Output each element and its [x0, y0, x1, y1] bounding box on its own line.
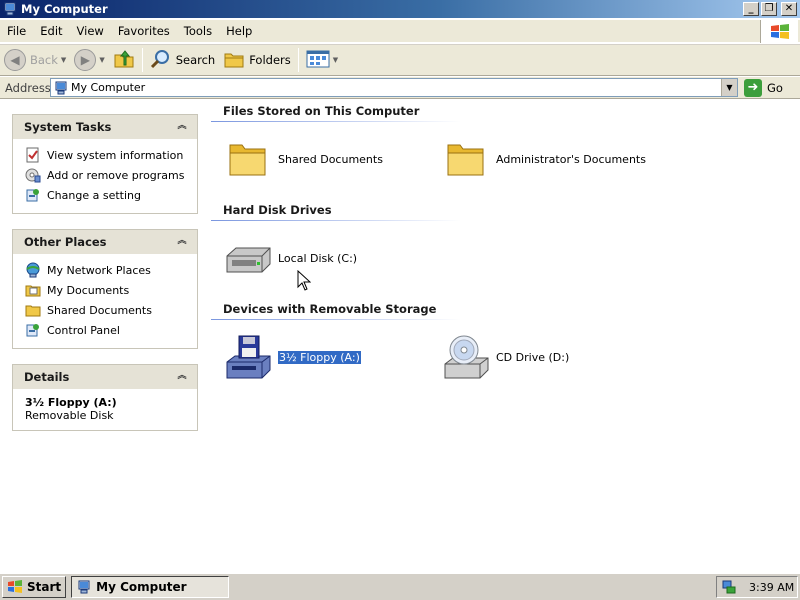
back-dropdown-icon[interactable]: ▼	[61, 56, 66, 64]
cd-drive-icon	[442, 333, 490, 381]
main-area: System Tasks ︽ View system information A…	[0, 100, 800, 572]
address-input[interactable]: My Computer ▼	[50, 78, 738, 97]
toolbar: ◀ Back ▼ ▶ ▼ Search Folders ▼	[0, 44, 800, 76]
window-title: My Computer	[21, 2, 108, 16]
details-header[interactable]: Details ︽	[13, 365, 197, 389]
forward-arrow-icon: ▶	[74, 49, 97, 71]
go-arrow-icon: ➜	[744, 78, 762, 97]
folders-button[interactable]: Folders	[219, 46, 295, 74]
clock[interactable]: 3:39 AM	[749, 581, 794, 594]
menu-view[interactable]: View	[70, 24, 111, 38]
system-tasks-pane: System Tasks ︽ View system information A…	[12, 114, 198, 214]
details-item-type: Removable Disk	[25, 409, 114, 422]
my-documents-icon	[25, 282, 41, 298]
place-shared-documents[interactable]: Shared Documents	[25, 300, 189, 320]
add-remove-programs-icon	[25, 167, 41, 183]
place-control-panel[interactable]: Control Panel	[25, 320, 189, 340]
administrator-documents-item[interactable]: Administrator's Documents	[442, 135, 646, 183]
windows-logo-icon	[7, 580, 23, 594]
restore-button[interactable]: ❐	[761, 2, 777, 16]
toolbar-separator	[297, 48, 299, 72]
my-computer-icon	[3, 2, 17, 16]
floppy-a-item[interactable]: 3½ Floppy (A:)	[224, 333, 362, 381]
details-item-name: 3½ Floppy (A:)	[25, 396, 117, 409]
floppy-drive-icon	[224, 333, 272, 381]
taskbar-my-computer[interactable]: My Computer	[71, 576, 230, 598]
local-disk-c-item[interactable]: Local Disk (C:)	[224, 234, 357, 282]
address-label: Address	[5, 80, 51, 95]
folder-icon	[224, 135, 272, 183]
go-button[interactable]: ➜ Go	[744, 78, 783, 97]
system-tasks-header[interactable]: System Tasks ︽	[13, 115, 197, 139]
task-add-remove-programs[interactable]: Add or remove programs	[25, 165, 189, 185]
collapse-chevron-icon[interactable]: ︽	[175, 120, 189, 134]
system-tray: 3:39 AM	[716, 576, 798, 598]
search-icon	[150, 49, 172, 72]
address-dropdown-icon[interactable]: ▼	[721, 79, 737, 96]
start-button[interactable]: Start	[2, 576, 67, 598]
place-my-network-places[interactable]: My Network Places	[25, 260, 189, 280]
control-panel-icon	[25, 187, 41, 203]
menu-bar: File Edit View Favorites Tools Help	[0, 20, 800, 43]
tray-network-icon[interactable]	[721, 579, 737, 595]
search-button[interactable]: Search	[146, 46, 220, 74]
views-icon	[306, 49, 330, 72]
mouse-cursor-icon	[297, 269, 312, 292]
windows-logo-icon	[760, 20, 798, 43]
back-arrow-icon: ◀	[4, 49, 26, 71]
cd-drive-d-item[interactable]: CD Drive (D:)	[442, 333, 569, 381]
taskbar: Start My Computer 3:39 AM	[0, 573, 800, 600]
views-button[interactable]: ▼	[302, 46, 342, 74]
back-button[interactable]: ◀ Back ▼	[0, 46, 70, 74]
folders-icon	[223, 49, 245, 72]
menu-edit[interactable]: Edit	[33, 24, 69, 38]
forward-button[interactable]: ▶ ▼	[70, 46, 108, 74]
close-button[interactable]: ✕	[781, 2, 797, 16]
up-folder-button[interactable]	[109, 46, 139, 74]
my-computer-icon	[77, 580, 91, 594]
task-change-setting[interactable]: Change a setting	[25, 185, 189, 205]
network-places-icon	[25, 262, 41, 278]
floppy-a-label: 3½ Floppy (A:)	[277, 349, 362, 365]
toolbar-separator	[141, 48, 143, 72]
hard-disk-icon	[224, 234, 272, 282]
group-divider	[211, 319, 461, 320]
system-info-icon	[25, 147, 41, 163]
group-divider	[211, 220, 461, 221]
menu-file[interactable]: File	[0, 24, 33, 38]
control-panel-icon	[25, 322, 41, 338]
folder-icon	[442, 135, 490, 183]
shared-documents-item[interactable]: Shared Documents	[224, 135, 383, 183]
group-removable-storage: Devices with Removable Storage	[211, 302, 471, 320]
minimize-button[interactable]: _	[743, 2, 759, 16]
address-value: My Computer	[71, 81, 146, 94]
menu-help[interactable]: Help	[219, 24, 259, 38]
title-bar: My Computer _ ❐ ✕	[0, 0, 800, 18]
group-hard-disk-drives: Hard Disk Drives	[211, 203, 471, 221]
address-bar: Address My Computer ▼ ➜ Go	[0, 77, 800, 99]
group-divider	[211, 121, 461, 122]
other-places-pane: Other Places ︽ My Network Places My Docu…	[12, 229, 198, 349]
folder-icon	[25, 302, 41, 318]
place-my-documents[interactable]: My Documents	[25, 280, 189, 300]
up-folder-icon	[113, 49, 135, 72]
views-dropdown-icon[interactable]: ▼	[333, 56, 338, 64]
group-files-stored: Files Stored on This Computer	[211, 104, 471, 122]
details-pane: Details ︽ 3½ Floppy (A:) Removable Disk	[12, 364, 198, 431]
menu-tools[interactable]: Tools	[177, 24, 219, 38]
task-view-system-information[interactable]: View system information	[25, 145, 189, 165]
collapse-chevron-icon[interactable]: ︽	[175, 370, 189, 384]
my-computer-icon	[54, 81, 68, 95]
forward-dropdown-icon[interactable]: ▼	[99, 56, 104, 64]
collapse-chevron-icon[interactable]: ︽	[175, 235, 189, 249]
other-places-header[interactable]: Other Places ︽	[13, 230, 197, 254]
menu-favorites[interactable]: Favorites	[111, 24, 177, 38]
